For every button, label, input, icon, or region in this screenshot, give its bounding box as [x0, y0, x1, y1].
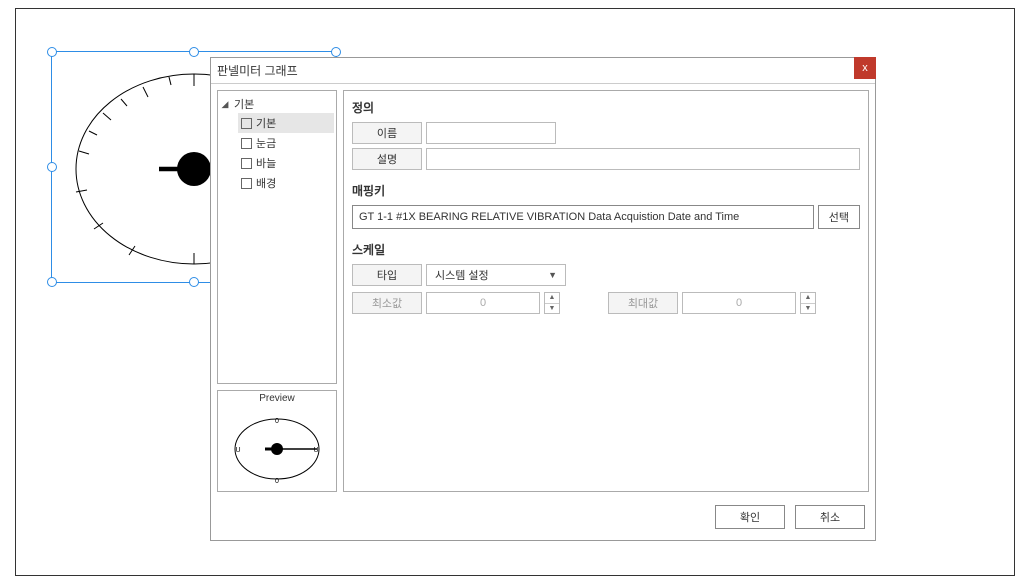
dialog-titlebar[interactable]: 판넬미터 그래프 x	[211, 58, 875, 84]
svg-text:0: 0	[275, 478, 279, 485]
section-scale: 스케일	[352, 241, 860, 258]
name-label: 이름	[352, 122, 422, 144]
min-input[interactable]	[426, 292, 540, 314]
svg-text:0: 0	[275, 418, 279, 425]
close-button[interactable]: x	[854, 57, 876, 79]
resize-handle-tm[interactable]	[189, 47, 199, 57]
type-select[interactable]: 시스템 설정 ▼	[426, 264, 566, 286]
tree-item-label: 기본	[256, 115, 276, 131]
resize-handle-bm[interactable]	[189, 277, 199, 287]
name-input[interactable]	[426, 122, 556, 144]
tree-item-needle[interactable]: 바늘	[238, 153, 334, 173]
chevron-down-icon: ▼	[548, 270, 557, 280]
canvas-frame: 판넬미터 그래프 x ◢ 기본 기본	[15, 8, 1015, 576]
tree-item-basic[interactable]: 기본	[238, 113, 334, 133]
desc-label: 설명	[352, 148, 422, 170]
max-label: 최대값	[608, 292, 678, 314]
resize-handle-ml[interactable]	[47, 162, 57, 172]
cancel-button[interactable]: 취소	[795, 505, 865, 529]
select-button-label: 선택	[829, 209, 849, 225]
panel-meter-dialog: 판넬미터 그래프 x ◢ 기본 기본	[210, 57, 876, 541]
checkbox-icon[interactable]	[241, 138, 252, 149]
gauge-icon: 0 U U 0	[227, 413, 327, 485]
resize-handle-tr[interactable]	[331, 47, 341, 57]
type-select-value: 시스템 설정	[435, 267, 489, 283]
max-input[interactable]	[682, 292, 796, 314]
main-panel: 정의 이름 설명 매핑키 GT 1-1 #1X BEARING RELATIVE…	[343, 90, 869, 492]
section-mapping: 매핑키	[352, 182, 860, 199]
tree-collapse-icon[interactable]: ◢	[220, 99, 230, 110]
section-definition: 정의	[352, 99, 860, 116]
tree-item-scale[interactable]: 눈금	[238, 133, 334, 153]
checkbox-icon[interactable]	[241, 178, 252, 189]
type-label: 타입	[352, 264, 422, 286]
checkbox-icon[interactable]	[241, 118, 252, 129]
ok-button[interactable]: 확인	[715, 505, 785, 529]
resize-handle-bl[interactable]	[47, 277, 57, 287]
resize-handle-tl[interactable]	[47, 47, 57, 57]
spinner-up-icon[interactable]: ▲	[801, 293, 815, 304]
tree-item-label: 배경	[256, 175, 276, 191]
checkbox-icon[interactable]	[241, 158, 252, 169]
ok-button-label: 확인	[740, 509, 760, 525]
dialog-title: 판넬미터 그래프	[217, 62, 298, 79]
tree-root-label: 기본	[234, 96, 254, 112]
tree-box: ◢ 기본 기본 눈금 바늘	[217, 90, 337, 384]
dialog-body: ◢ 기본 기본 눈금 바늘	[211, 84, 875, 498]
mapping-key-text: GT 1-1 #1X BEARING RELATIVE VIBRATION Da…	[359, 211, 739, 223]
tree-item-label: 바늘	[256, 155, 276, 171]
close-icon: x	[862, 62, 868, 74]
preview-box: Preview 0 U U 0	[217, 390, 337, 492]
spinner-up-icon[interactable]: ▲	[545, 293, 559, 304]
desc-input[interactable]	[426, 148, 860, 170]
tree-panel: ◢ 기본 기본 눈금 바늘	[217, 90, 337, 492]
tree-root[interactable]: ◢ 기본	[220, 95, 334, 113]
preview-gauge: 0 U U 0	[218, 406, 336, 491]
spinner-down-icon[interactable]: ▼	[545, 304, 559, 314]
min-spinner[interactable]: ▲ ▼	[544, 292, 560, 314]
tree-children: 기본 눈금 바늘 배경	[238, 113, 334, 193]
spinner-down-icon[interactable]: ▼	[801, 304, 815, 314]
tree-item-label: 눈금	[256, 135, 276, 151]
max-spinner[interactable]: ▲ ▼	[800, 292, 816, 314]
select-mapping-button[interactable]: 선택	[818, 205, 860, 229]
svg-text:U: U	[235, 447, 240, 454]
preview-title: Preview	[218, 391, 336, 406]
mapping-key-display: GT 1-1 #1X BEARING RELATIVE VIBRATION Da…	[352, 205, 814, 229]
dialog-footer: 확인 취소	[211, 498, 875, 536]
min-label: 최소값	[352, 292, 422, 314]
tree-item-background[interactable]: 배경	[238, 173, 334, 193]
cancel-button-label: 취소	[820, 509, 840, 525]
svg-text:U: U	[313, 447, 318, 454]
